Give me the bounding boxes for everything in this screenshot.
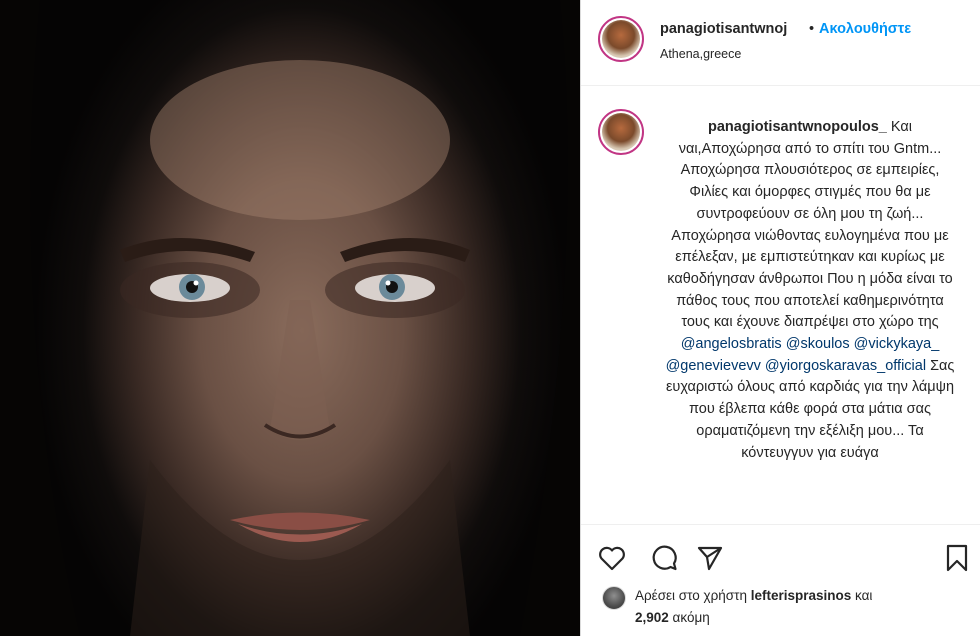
likes-count[interactable]: 2,902	[635, 610, 669, 625]
likes-prefix: Αρέσει στο χρήστη	[635, 588, 751, 603]
author-username[interactable]: panagiotisantwnoj	[660, 21, 810, 37]
mention-link[interactable]: @angelosbratis	[681, 336, 782, 352]
paper-plane-icon[interactable]	[695, 543, 725, 573]
post-photo[interactable]	[0, 0, 580, 636]
post-caption: panagiotisantwnopoulos_ Και ναι,Αποχώρησ…	[660, 117, 960, 464]
comments-section[interactable]: panagiotisantwnopoulos_ Και ναι,Αποχώρησ…	[581, 87, 980, 524]
follow-button[interactable]: Ακολουθήστε	[819, 21, 911, 37]
post-location[interactable]: Athena,greece	[660, 47, 741, 61]
separator-dot: •	[809, 21, 815, 37]
likes-count-suffix: ακόμη	[668, 610, 710, 625]
caption-text-part1: Και ναι,Αποχώρησα από το σπίτι του Gntm.…	[667, 119, 953, 331]
author-avatar[interactable]	[598, 16, 644, 62]
mention-link[interactable]: @skoulos	[786, 336, 850, 352]
likes-summary: Αρέσει στο χρήστη lefterisprasinos και 2,…	[635, 585, 975, 629]
post-header: panagiotisantwnoj • Ακολουθήστε Athena,g…	[581, 0, 980, 86]
mention-link[interactable]: @vickykaya_	[854, 336, 940, 352]
caption-username[interactable]: panagiotisantwnopoulos_	[708, 119, 887, 135]
portrait-photo	[0, 0, 580, 636]
heart-icon[interactable]	[597, 543, 627, 573]
post-side-panel: panagiotisantwnoj • Ακολουθήστε Athena,g…	[580, 0, 980, 636]
comment-bubble-icon[interactable]	[649, 543, 679, 573]
likes-suffix: και	[851, 588, 873, 603]
liker-username[interactable]: lefterisprasinos	[751, 588, 852, 603]
mention-link[interactable]: @genevievevv	[666, 358, 761, 374]
mention-link[interactable]: @yiorgoskaravas_official	[765, 358, 926, 374]
liker-avatar[interactable]	[602, 586, 626, 610]
bookmark-icon[interactable]	[942, 543, 972, 573]
caption-author-avatar[interactable]	[598, 109, 644, 155]
actions-bar: Αρέσει στο χρήστη lefterisprasinos και 2,…	[581, 524, 980, 636]
